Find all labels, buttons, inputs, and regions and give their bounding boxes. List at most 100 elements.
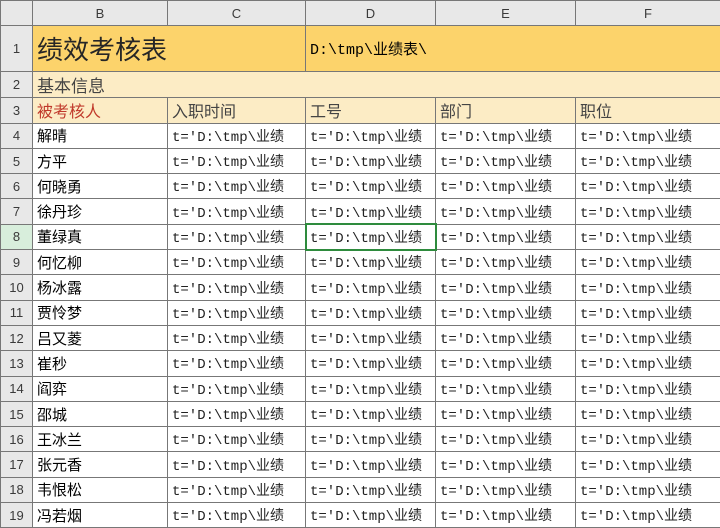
formula-cell[interactable]: t='D:\tmp\业绩 [168, 224, 306, 249]
formula-cell[interactable]: t='D:\tmp\业绩 [168, 325, 306, 350]
formula-cell[interactable]: t='D:\tmp\业绩 [306, 427, 436, 452]
row-header-2[interactable]: 2 [1, 72, 33, 98]
formula-cell[interactable]: t='D:\tmp\业绩 [576, 452, 720, 477]
formula-cell[interactable]: t='D:\tmp\业绩 [168, 275, 306, 300]
formula-cell[interactable]: t='D:\tmp\业绩 [168, 123, 306, 148]
formula-cell[interactable]: t='D:\tmp\业绩 [576, 199, 720, 224]
table-header-C[interactable]: 入职时间 [168, 98, 306, 123]
name-cell[interactable]: 韦恨松 [33, 477, 168, 502]
formula-cell[interactable]: t='D:\tmp\业绩 [306, 452, 436, 477]
formula-cell[interactable]: t='D:\tmp\业绩 [306, 148, 436, 173]
formula-cell[interactable]: t='D:\tmp\业绩 [576, 325, 720, 350]
row-header-6[interactable]: 6 [1, 174, 33, 199]
row-header-1[interactable]: 1 [1, 26, 33, 72]
formula-cell[interactable]: t='D:\tmp\业绩 [436, 148, 576, 173]
col-header-b[interactable]: B [33, 1, 168, 26]
row-header-7[interactable]: 7 [1, 199, 33, 224]
row-header-4[interactable]: 4 [1, 123, 33, 148]
row-header-9[interactable]: 9 [1, 250, 33, 275]
formula-cell[interactable]: t='D:\tmp\业绩 [576, 503, 720, 528]
formula-cell[interactable]: t='D:\tmp\业绩 [306, 275, 436, 300]
name-cell[interactable]: 贾怜梦 [33, 300, 168, 325]
name-cell[interactable]: 崔秒 [33, 351, 168, 376]
formula-cell[interactable]: t='D:\tmp\业绩 [168, 477, 306, 502]
formula-cell[interactable]: t='D:\tmp\业绩 [576, 174, 720, 199]
formula-cell[interactable]: t='D:\tmp\业绩 [306, 123, 436, 148]
formula-cell[interactable]: t='D:\tmp\业绩 [436, 250, 576, 275]
formula-cell[interactable]: t='D:\tmp\业绩 [576, 351, 720, 376]
row-header-18[interactable]: 18 [1, 477, 33, 502]
name-cell[interactable]: 张元香 [33, 452, 168, 477]
row-header-16[interactable]: 16 [1, 427, 33, 452]
formula-cell[interactable]: t='D:\tmp\业绩 [436, 123, 576, 148]
name-cell[interactable]: 邵城 [33, 401, 168, 426]
formula-cell[interactable]: t='D:\tmp\业绩 [576, 376, 720, 401]
formula-cell[interactable]: t='D:\tmp\业绩 [436, 376, 576, 401]
row-header-11[interactable]: 11 [1, 300, 33, 325]
row-header-13[interactable]: 13 [1, 351, 33, 376]
path-cell[interactable]: D:\tmp\业绩表\ [306, 26, 720, 72]
formula-cell[interactable]: t='D:\tmp\业绩 [306, 351, 436, 376]
name-cell[interactable]: 徐丹珍 [33, 199, 168, 224]
formula-cell[interactable]: t='D:\tmp\业绩 [436, 325, 576, 350]
formula-cell[interactable]: t='D:\tmp\业绩 [168, 503, 306, 528]
formula-cell[interactable]: t='D:\tmp\业绩 [576, 300, 720, 325]
formula-cell[interactable]: t='D:\tmp\业绩 [168, 427, 306, 452]
formula-cell[interactable]: t='D:\tmp\业绩 [436, 452, 576, 477]
table-header-D[interactable]: 工号 [306, 98, 436, 123]
row-header-3[interactable]: 3 [1, 98, 33, 123]
table-header-B[interactable]: 被考核人 [33, 98, 168, 123]
formula-cell[interactable]: t='D:\tmp\业绩 [306, 199, 436, 224]
name-cell[interactable]: 杨冰露 [33, 275, 168, 300]
row-header-14[interactable]: 14 [1, 376, 33, 401]
formula-cell[interactable]: t='D:\tmp\业绩 [436, 275, 576, 300]
formula-cell[interactable]: t='D:\tmp\业绩 [576, 275, 720, 300]
formula-cell[interactable]: t='D:\tmp\业绩 [306, 503, 436, 528]
col-header-e[interactable]: E [436, 1, 576, 26]
formula-cell[interactable]: t='D:\tmp\业绩 [168, 452, 306, 477]
formula-cell[interactable]: t='D:\tmp\业绩 [436, 427, 576, 452]
formula-cell[interactable]: t='D:\tmp\业绩 [576, 123, 720, 148]
table-header-E[interactable]: 部门 [436, 98, 576, 123]
formula-cell[interactable]: t='D:\tmp\业绩 [576, 427, 720, 452]
row-header-12[interactable]: 12 [1, 325, 33, 350]
col-header-f[interactable]: F [576, 1, 720, 26]
name-cell[interactable]: 阎弈 [33, 376, 168, 401]
formula-cell[interactable]: t='D:\tmp\业绩 [306, 224, 436, 249]
formula-cell[interactable]: t='D:\tmp\业绩 [306, 250, 436, 275]
name-cell[interactable]: 冯若烟 [33, 503, 168, 528]
name-cell[interactable]: 方平 [33, 148, 168, 173]
sheet-title[interactable]: 绩效考核表 [33, 26, 306, 72]
formula-cell[interactable]: t='D:\tmp\业绩 [168, 300, 306, 325]
col-header-d[interactable]: D [306, 1, 436, 26]
row-header-10[interactable]: 10 [1, 275, 33, 300]
formula-cell[interactable]: t='D:\tmp\业绩 [576, 250, 720, 275]
formula-cell[interactable]: t='D:\tmp\业绩 [576, 477, 720, 502]
formula-cell[interactable]: t='D:\tmp\业绩 [306, 325, 436, 350]
formula-cell[interactable]: t='D:\tmp\业绩 [168, 148, 306, 173]
row-header-19[interactable]: 19 [1, 503, 33, 528]
formula-cell[interactable]: t='D:\tmp\业绩 [436, 300, 576, 325]
name-cell[interactable]: 王冰兰 [33, 427, 168, 452]
formula-cell[interactable]: t='D:\tmp\业绩 [168, 199, 306, 224]
name-cell[interactable]: 何忆柳 [33, 250, 168, 275]
name-cell[interactable]: 解晴 [33, 123, 168, 148]
row-header-15[interactable]: 15 [1, 401, 33, 426]
formula-cell[interactable]: t='D:\tmp\业绩 [576, 148, 720, 173]
section-header[interactable]: 基本信息 [33, 72, 720, 98]
formula-cell[interactable]: t='D:\tmp\业绩 [436, 174, 576, 199]
formula-cell[interactable]: t='D:\tmp\业绩 [436, 351, 576, 376]
formula-cell[interactable]: t='D:\tmp\业绩 [576, 401, 720, 426]
formula-cell[interactable]: t='D:\tmp\业绩 [168, 174, 306, 199]
row-header-5[interactable]: 5 [1, 148, 33, 173]
formula-cell[interactable]: t='D:\tmp\业绩 [306, 477, 436, 502]
name-cell[interactable]: 吕又菱 [33, 325, 168, 350]
formula-cell[interactable]: t='D:\tmp\业绩 [306, 174, 436, 199]
formula-cell[interactable]: t='D:\tmp\业绩 [436, 199, 576, 224]
table-header-F[interactable]: 职位 [576, 98, 720, 123]
row-header-8[interactable]: 8 [1, 224, 33, 249]
spreadsheet-grid[interactable]: B C D E F 1绩效考核表D:\tmp\业绩表\2基本信息3被考核人入职时… [0, 0, 720, 528]
formula-cell[interactable]: t='D:\tmp\业绩 [436, 224, 576, 249]
formula-cell[interactable]: t='D:\tmp\业绩 [576, 224, 720, 249]
formula-cell[interactable]: t='D:\tmp\业绩 [168, 401, 306, 426]
